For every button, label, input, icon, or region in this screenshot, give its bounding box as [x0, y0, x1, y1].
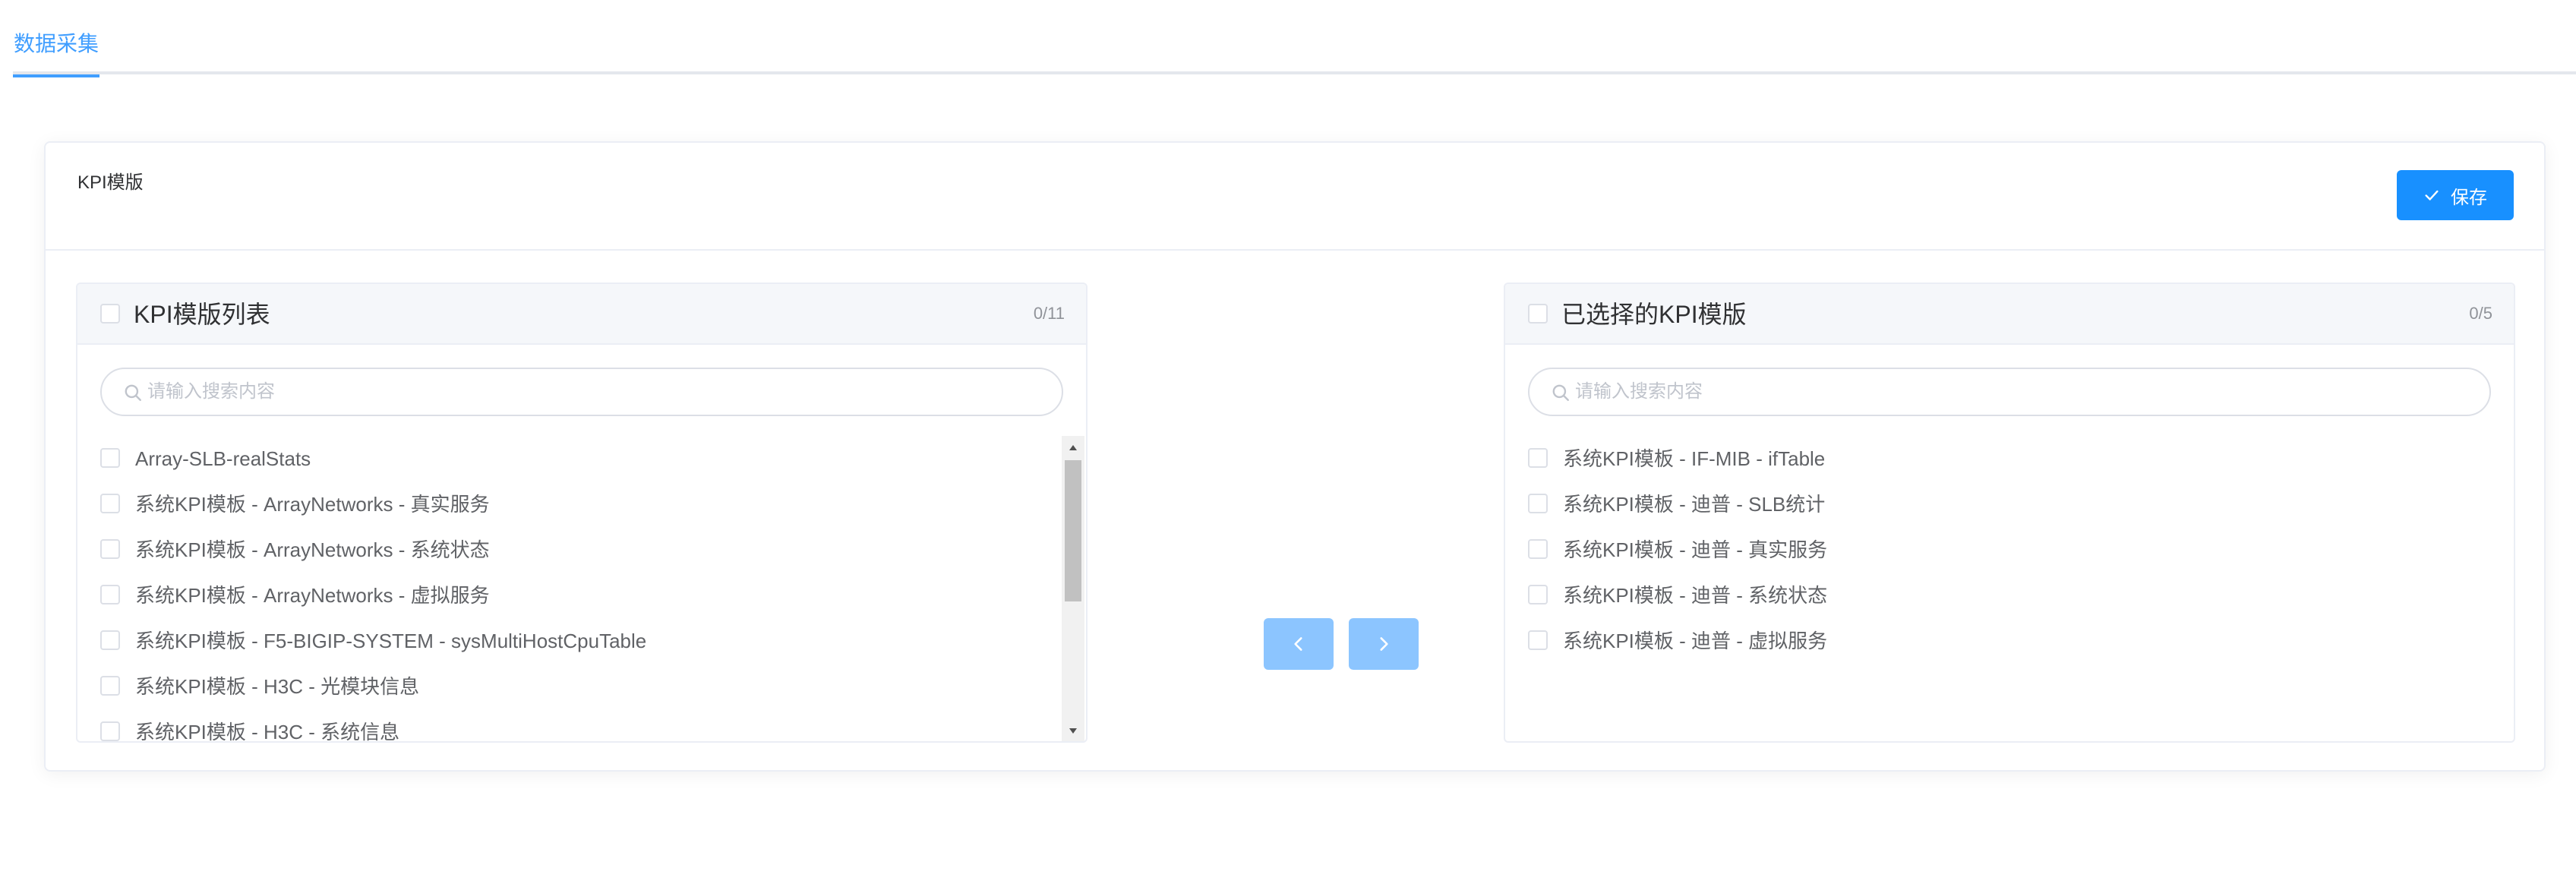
list-item[interactable]: Array-SLB-realStats: [77, 436, 1086, 481]
search-icon: [1552, 384, 1569, 401]
item-label: 系统KPI模板 - ArrayNetworks - 系统状态: [135, 538, 490, 561]
search-icon: [125, 384, 141, 401]
left-panel-header: KPI模版列表 0/11: [77, 284, 1086, 345]
left-item-list: Array-SLB-realStats 系统KPI模板 - ArrayNetwo…: [77, 436, 1086, 743]
list-item[interactable]: 系统KPI模板 - 迪普 - SLB统计: [1505, 481, 2514, 527]
item-checkbox[interactable]: [100, 448, 120, 468]
right-panel-header: 已选择的KPI模版 0/5: [1505, 284, 2514, 345]
left-select-all-checkbox[interactable]: [100, 304, 120, 324]
item-label: 系统KPI模板 - 迪普 - SLB统计: [1563, 493, 1826, 516]
card-header: KPI模版 保存: [46, 143, 2544, 251]
item-label: Array-SLB-realStats: [135, 447, 311, 470]
item-label: 系统KPI模板 - ArrayNetworks - 真实服务: [135, 493, 490, 516]
item-checkbox[interactable]: [1528, 630, 1548, 650]
list-item[interactable]: 系统KPI模板 - 迪普 - 系统状态: [1505, 573, 2514, 618]
left-search-box: [100, 368, 1063, 416]
save-button[interactable]: 保存: [2397, 170, 2514, 220]
check-icon: [2425, 190, 2439, 200]
tab-active-indicator: [13, 74, 99, 77]
list-item[interactable]: 系统KPI模板 - ArrayNetworks - 系统状态: [77, 527, 1086, 573]
left-list-scrollbar[interactable]: [1062, 436, 1084, 743]
chevron-left-icon: [1294, 637, 1302, 651]
list-item[interactable]: 系统KPI模板 - 迪普 - 真实服务: [1505, 527, 2514, 573]
right-panel-count: 0/5: [2469, 304, 2492, 323]
scroll-thumb[interactable]: [1065, 460, 1081, 601]
list-item[interactable]: 系统KPI模板 - H3C - 光模块信息: [77, 664, 1086, 709]
list-item[interactable]: 系统KPI模板 - H3C - 系统信息: [77, 709, 1086, 743]
right-item-list: 系统KPI模板 - IF-MIB - ifTable 系统KPI模板 - 迪普 …: [1505, 436, 2514, 741]
left-panel-title: KPI模版列表: [134, 301, 270, 328]
item-label: 系统KPI模板 - H3C - 光模块信息: [135, 675, 420, 698]
kpi-template-card: KPI模版 保存 KPI模版列表 0/11 Array-SLB-realStat…: [44, 141, 2546, 772]
left-search-input[interactable]: [146, 377, 1042, 407]
triangle-up-icon[interactable]: [1062, 436, 1084, 459]
card-title: KPI模版: [77, 172, 144, 193]
tab-data-collection[interactable]: 数据采集: [13, 27, 99, 77]
item-label: 系统KPI模板 - 迪普 - 系统状态: [1563, 584, 1828, 607]
item-checkbox[interactable]: [1528, 539, 1548, 559]
item-label: 系统KPI模板 - IF-MIB - ifTable: [1563, 447, 1826, 470]
item-label: 系统KPI模板 - 迪普 - 真实服务: [1563, 538, 1828, 561]
item-label: 系统KPI模板 - H3C - 系统信息: [135, 721, 400, 743]
save-button-label: 保存: [2451, 187, 2487, 208]
right-select-all-checkbox[interactable]: [1528, 304, 1548, 324]
item-label: 系统KPI模板 - F5-BIGIP-SYSTEM - sysMultiHost…: [135, 630, 647, 652]
move-right-button[interactable]: [1349, 618, 1419, 670]
tab-bar: 数据采集: [13, 0, 2576, 77]
item-checkbox[interactable]: [100, 676, 120, 696]
move-left-button[interactable]: [1264, 618, 1334, 670]
list-item[interactable]: 系统KPI模板 - 迪普 - 虚拟服务: [1505, 618, 2514, 664]
item-label: 系统KPI模板 - ArrayNetworks - 虚拟服务: [135, 584, 490, 607]
right-panel-title: 已选择的KPI模版: [1561, 301, 1747, 328]
item-checkbox[interactable]: [1528, 494, 1548, 513]
list-item[interactable]: 系统KPI模板 - ArrayNetworks - 虚拟服务: [77, 573, 1086, 618]
item-checkbox[interactable]: [100, 630, 120, 650]
item-checkbox[interactable]: [100, 494, 120, 513]
item-checkbox[interactable]: [100, 721, 120, 741]
chevron-right-icon: [1380, 637, 1388, 651]
list-item[interactable]: 系统KPI模板 - F5-BIGIP-SYSTEM - sysMultiHost…: [77, 618, 1086, 664]
item-label: 系统KPI模板 - 迪普 - 虚拟服务: [1563, 630, 1828, 652]
item-checkbox[interactable]: [100, 585, 120, 604]
left-panel-count: 0/11: [1033, 304, 1065, 323]
right-transfer-panel: 已选择的KPI模版 0/5 系统KPI模板 - IF-MIB - ifTable…: [1504, 283, 2515, 743]
triangle-down-icon[interactable]: [1062, 720, 1084, 743]
item-checkbox[interactable]: [1528, 585, 1548, 604]
list-item[interactable]: 系统KPI模板 - ArrayNetworks - 真实服务: [77, 481, 1086, 527]
item-checkbox[interactable]: [1528, 448, 1548, 468]
tab-label: 数据采集: [13, 32, 99, 55]
left-transfer-panel: KPI模版列表 0/11 Array-SLB-realStats 系统KPI模板…: [76, 283, 1088, 743]
right-search-box: [1528, 368, 2491, 416]
item-checkbox[interactable]: [100, 539, 120, 559]
list-item[interactable]: 系统KPI模板 - IF-MIB - ifTable: [1505, 436, 2514, 481]
right-search-input[interactable]: [1574, 377, 2470, 407]
